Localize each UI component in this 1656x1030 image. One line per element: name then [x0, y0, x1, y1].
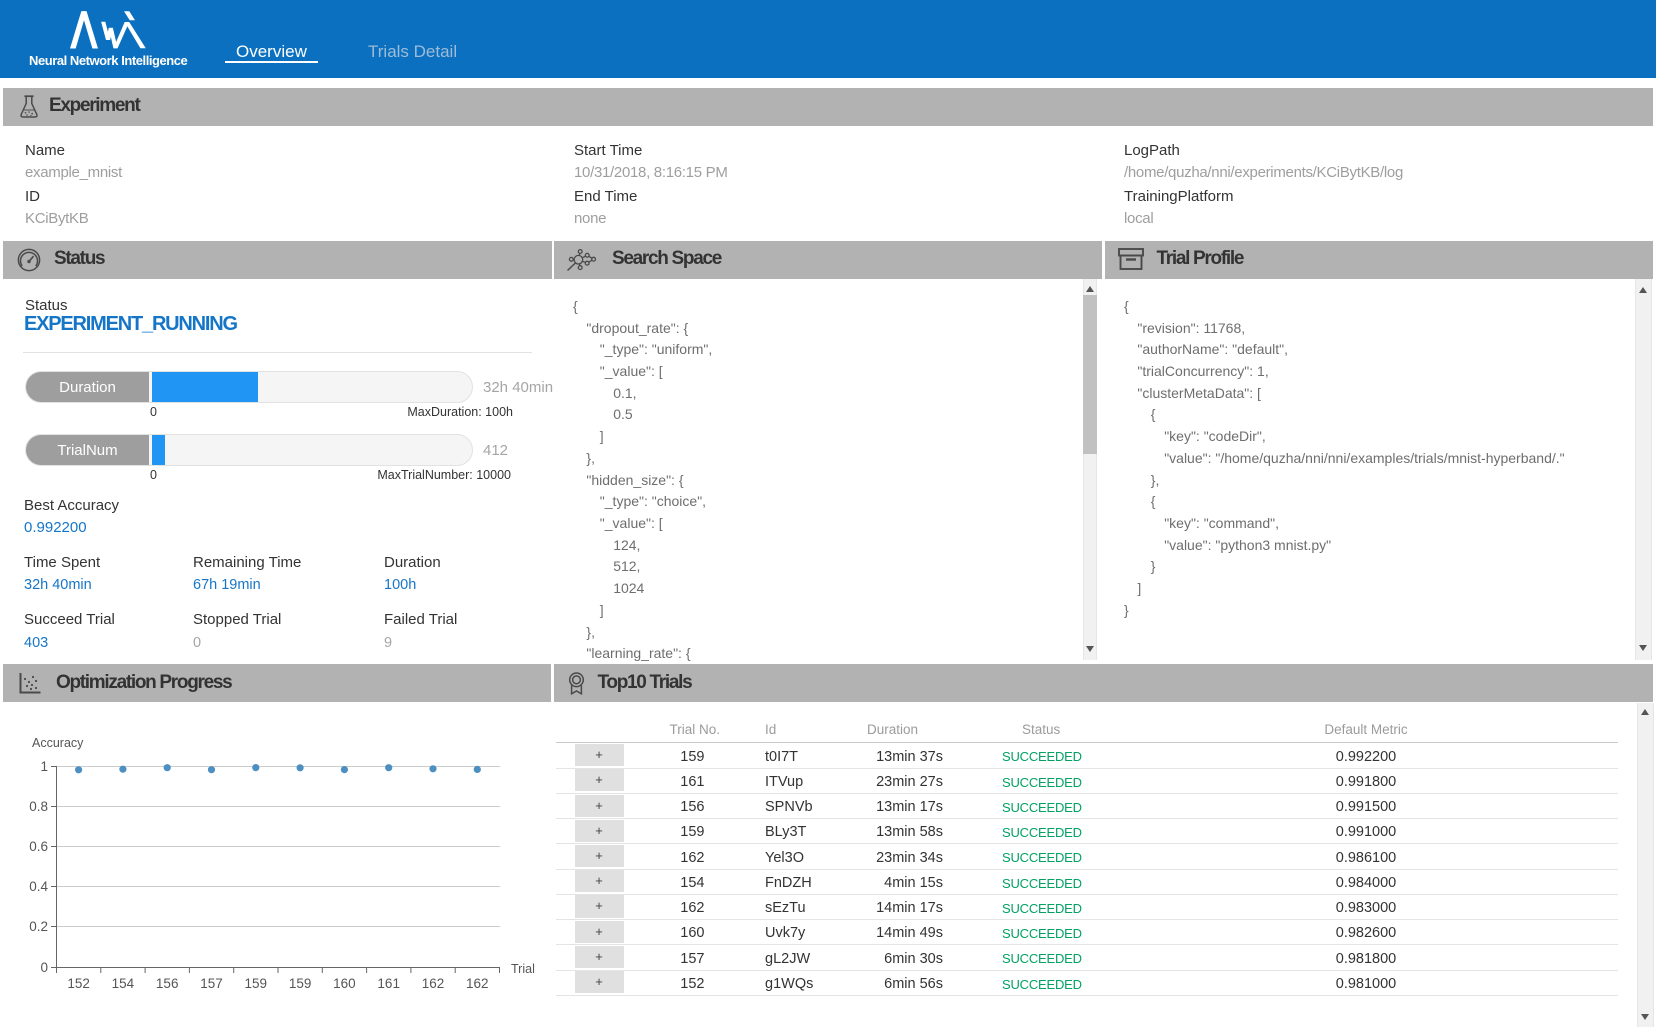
svg-text:Accuracy: Accuracy — [32, 736, 84, 750]
svg-text:152: 152 — [67, 976, 90, 991]
svg-text:157: 157 — [200, 976, 223, 991]
svg-text:0.2: 0.2 — [29, 919, 48, 934]
svg-text:159: 159 — [245, 976, 268, 991]
svg-text:162: 162 — [466, 976, 489, 991]
svg-text:0: 0 — [40, 960, 48, 975]
svg-text:0.6: 0.6 — [29, 839, 48, 854]
svg-text:154: 154 — [112, 976, 135, 991]
svg-text:159: 159 — [289, 976, 312, 991]
svg-text:162: 162 — [422, 976, 445, 991]
svg-text:0.8: 0.8 — [29, 799, 48, 814]
svg-text:Trial: Trial — [511, 962, 535, 976]
svg-text:1: 1 — [40, 759, 48, 774]
svg-text:156: 156 — [156, 976, 179, 991]
svg-text:161: 161 — [377, 976, 400, 991]
svg-text:160: 160 — [333, 976, 356, 991]
svg-text:0.4: 0.4 — [29, 879, 48, 894]
